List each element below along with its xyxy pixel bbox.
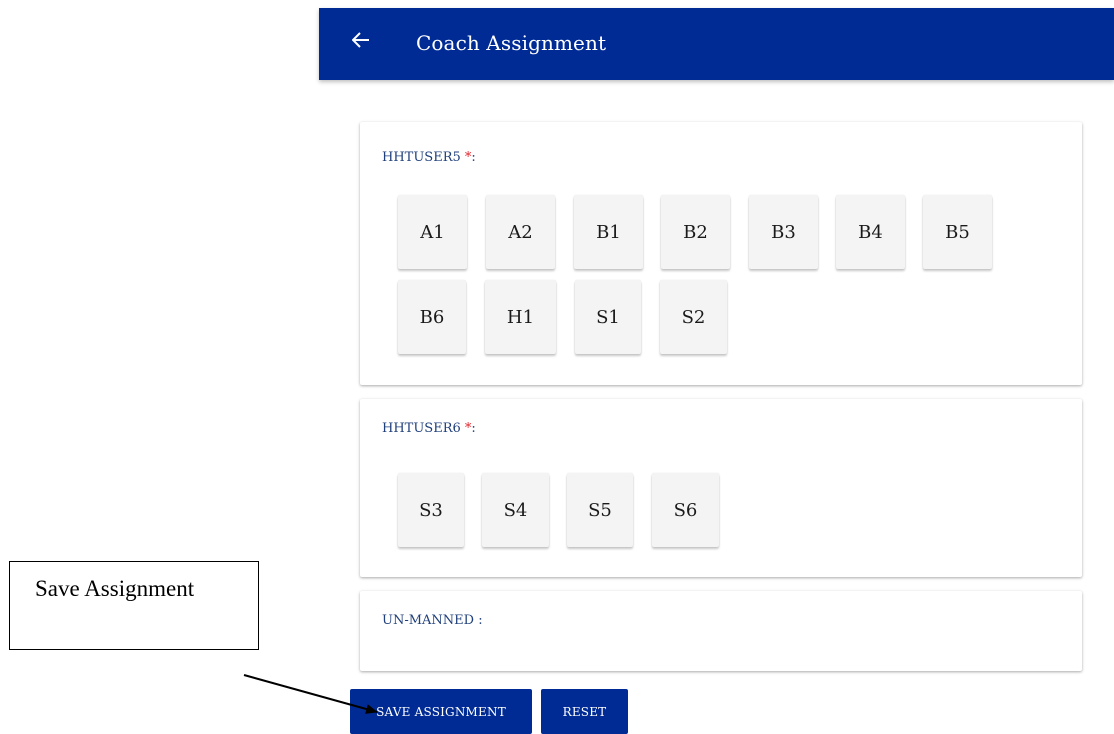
coach-chip[interactable]: S6 [652,473,719,547]
group-name: HHTUSER5 [382,150,461,165]
group-suffix: : [471,421,476,436]
group-suffix: : [471,150,476,165]
coach-chip[interactable]: S5 [567,473,633,547]
group-label: HHTUSER5 *: [382,150,476,165]
back-button[interactable] [347,26,375,58]
group-label: UN-MANNED : [382,613,483,628]
coach-chip[interactable]: S1 [575,280,641,354]
coach-chip[interactable]: S3 [398,473,464,547]
coach-chip[interactable]: A2 [486,195,555,269]
unmanned-card: UN-MANNED : [360,591,1082,671]
coach-chip[interactable]: B6 [398,280,466,354]
coach-chip[interactable]: H1 [485,280,556,354]
coach-chip[interactable]: B4 [836,195,905,269]
group-name: HHTUSER6 [382,421,461,436]
user-group-card: HHTUSER5 *: A1 A2 B1 B2 B3 B4 B5 B6 H1 S… [360,122,1082,385]
user-group-card: HHTUSER6 *: S3 S4 S5 S6 [360,399,1082,577]
coach-chip[interactable]: A1 [398,195,467,269]
coach-chip[interactable]: S4 [482,473,549,547]
coach-chip[interactable]: B2 [661,195,730,269]
coach-chip[interactable]: B1 [574,195,643,269]
reset-button[interactable]: RESET [541,689,628,734]
page-title: Coach Assignment [416,31,607,55]
coach-chip[interactable]: B3 [749,195,818,269]
app-header: Coach Assignment [319,8,1114,80]
annotation-text: Save Assignment [35,576,195,601]
coach-chip[interactable]: B5 [923,195,992,269]
coach-chip[interactable]: S2 [660,280,727,354]
arrow-left-icon [351,32,370,52]
group-label: HHTUSER6 *: [382,421,476,436]
save-assignment-button[interactable]: SAVE ASSIGNMENT [350,689,532,734]
annotation-callout: Save Assignment [9,561,259,650]
